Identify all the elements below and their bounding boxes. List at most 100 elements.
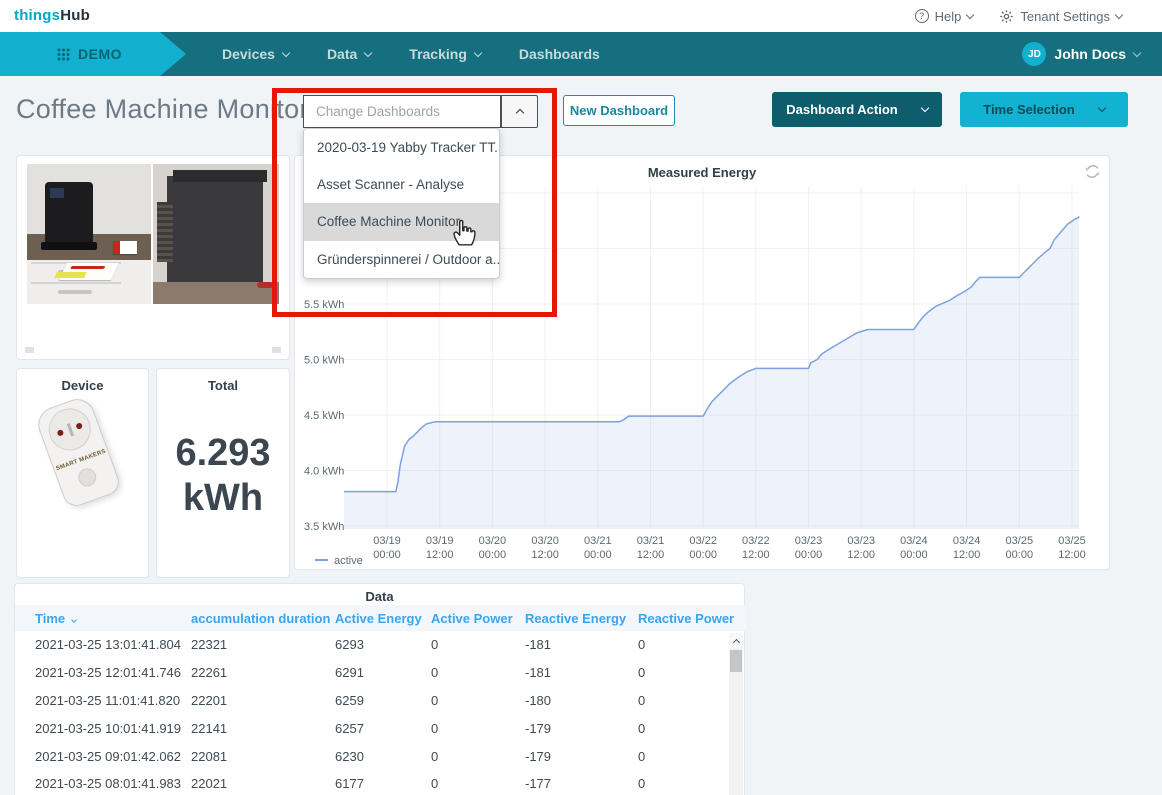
svg-text:03/23: 03/23	[847, 535, 875, 547]
topbar-right: ? Help Tenant Settings	[915, 0, 1122, 32]
column-header-label: Reactive Energy	[525, 611, 626, 626]
dashboard-action-button[interactable]: Dashboard Action	[772, 92, 942, 127]
coffee-machine-photo-right	[153, 164, 279, 304]
table-cell: 0	[431, 659, 525, 687]
data-table: Timeaccumulation duration Active Energy Ac…	[15, 605, 746, 795]
column-header-active-power[interactable]: Active Power	[431, 605, 525, 631]
table-scrollbar[interactable]	[729, 633, 743, 795]
change-dashboards-input[interactable]	[303, 95, 501, 128]
svg-text:12:00: 12:00	[742, 549, 770, 561]
tenant-name: DEMO	[78, 46, 122, 62]
smart-plug-image: SMART MAKERS	[33, 394, 122, 510]
column-header-active-energy[interactable]: Active Energy	[335, 605, 431, 631]
scrollbar-thumb[interactable]	[730, 650, 742, 672]
dropdown-item[interactable]: 2020-03-19 Yabby Tracker TT...	[304, 129, 499, 166]
nav-item-data[interactable]: Data	[327, 46, 371, 62]
table-row[interactable]: 2021-03-25 13:01:41.8042232162930-1810	[15, 631, 746, 659]
user-menu[interactable]: JD John Docs	[1022, 32, 1140, 76]
column-header-time[interactable]: Time	[15, 605, 191, 631]
table-cell: 2021-03-25 13:01:41.804	[15, 631, 191, 659]
tenant-switcher[interactable]: DEMO	[0, 32, 186, 76]
nav-item-dashboards[interactable]: Dashboards	[519, 46, 600, 62]
svg-text:00:00: 00:00	[900, 549, 928, 561]
column-header-label: Reactive Power	[638, 611, 734, 626]
thingshub-logo[interactable]: thingsHub	[14, 7, 90, 24]
svg-text:12:00: 12:00	[1058, 549, 1086, 561]
logo-suffix: Hub	[60, 7, 90, 24]
help-label: Help	[935, 9, 962, 24]
nav-item-tracking[interactable]: Tracking	[409, 46, 481, 62]
coffee-machine-photo-card	[16, 155, 290, 360]
table-cell: 0	[431, 714, 525, 742]
dashboard-action-label: Dashboard Action	[786, 102, 897, 117]
refresh-icon[interactable]	[1084, 163, 1101, 180]
table-row[interactable]: 2021-03-25 12:01:41.7462226162910-1810	[15, 659, 746, 687]
svg-text:03/22: 03/22	[742, 535, 770, 547]
table-row[interactable]: 2021-03-25 11:01:41.8202220162590-1800	[15, 687, 746, 715]
total-value: 6.293 kWh	[157, 431, 289, 521]
svg-text:12:00: 12:00	[637, 549, 665, 561]
nav-item-devices[interactable]: Devices	[222, 46, 289, 62]
column-header-reactive-power[interactable]: Reactive Power	[638, 605, 746, 631]
table-cell: 6259	[335, 687, 431, 715]
time-selection-button[interactable]: Time Selection	[960, 92, 1128, 127]
total-card: Total 6.293 kWh	[156, 368, 290, 578]
svg-text:03/20: 03/20	[531, 535, 559, 547]
svg-text:12:00: 12:00	[953, 549, 981, 561]
svg-text:4.0 kWh: 4.0 kWh	[304, 466, 344, 478]
table-cell: 0	[431, 687, 525, 715]
column-header-label: Active Energy	[335, 611, 422, 626]
tenant-settings-menu[interactable]: Tenant Settings	[999, 9, 1122, 24]
total-card-title: Total	[157, 378, 289, 393]
svg-text:00:00: 00:00	[373, 549, 401, 561]
table-cell: -179	[525, 714, 638, 742]
nav-bar: DEMO Devices Data Tracking Dashboards JD Jo…	[0, 32, 1162, 76]
new-dashboard-button[interactable]: New Dashboard	[563, 95, 675, 126]
user-name: John Docs	[1054, 46, 1126, 62]
page-title: Coffee Machine Monitor	[16, 94, 309, 125]
svg-text:12:00: 12:00	[426, 549, 454, 561]
svg-text:03/19: 03/19	[373, 535, 401, 547]
table-cell: 22201	[191, 687, 335, 715]
table-cell: 0	[431, 770, 525, 795]
column-header-reactive-energy[interactable]: Reactive Energy	[525, 605, 638, 631]
dashboard-dropdown-panel: 2020-03-19 Yabby Tracker TT...Asset Scan…	[303, 128, 500, 279]
svg-text:03/21: 03/21	[637, 535, 665, 547]
dropdown-item[interactable]: Asset Scanner - Analyse	[304, 166, 499, 203]
help-menu[interactable]: ? Help	[915, 9, 974, 24]
svg-text:03/25: 03/25	[1006, 535, 1034, 547]
logo-prefix: things	[14, 7, 60, 24]
top-bar: thingsHub ? Help Tenant Settings	[0, 0, 1162, 32]
column-header-accumulation-duration[interactable]: accumulation duration	[191, 605, 335, 631]
sort-chevron-icon	[71, 617, 77, 623]
table-cell: 6257	[335, 714, 431, 742]
svg-text:12:00: 12:00	[847, 549, 875, 561]
device-card: Device SMART MAKERS	[16, 368, 149, 578]
chevron-down-icon	[966, 10, 974, 18]
chevron-down-icon	[920, 104, 928, 112]
table-cell: 2021-03-25 11:01:41.820	[15, 687, 191, 715]
chevron-down-icon	[1098, 104, 1106, 112]
svg-text:5.0 kWh: 5.0 kWh	[304, 355, 344, 367]
table-cell: 22021	[191, 770, 335, 795]
table-cell: 2021-03-25 08:01:41.983	[15, 770, 191, 795]
total-value-number: 6.293	[157, 431, 289, 476]
table-cell: 6177	[335, 770, 431, 795]
column-header-label: accumulation duration	[191, 611, 330, 626]
table-cell: 22261	[191, 659, 335, 687]
table-row[interactable]: 2021-03-25 10:01:41.9192214162570-1790	[15, 714, 746, 742]
nav-item-label: Dashboards	[519, 46, 600, 62]
table-row[interactable]: 2021-03-25 09:01:42.0622208162300-1790	[15, 742, 746, 770]
table-cell: -179	[525, 742, 638, 770]
avatar: JD	[1022, 42, 1046, 66]
svg-text:03/24: 03/24	[953, 535, 981, 547]
scroll-up-button[interactable]	[729, 633, 743, 649]
total-value-unit: kWh	[157, 476, 289, 521]
svg-text:5.5 kWh: 5.5 kWh	[304, 299, 344, 311]
resize-handle	[272, 347, 281, 353]
grid-icon	[57, 48, 70, 61]
table-row[interactable]: 2021-03-25 08:01:41.9832202161770-1770	[15, 770, 746, 795]
svg-text:03/22: 03/22	[689, 535, 717, 547]
chevron-up-icon	[515, 109, 523, 117]
combo-collapse-button[interactable]	[501, 95, 538, 128]
